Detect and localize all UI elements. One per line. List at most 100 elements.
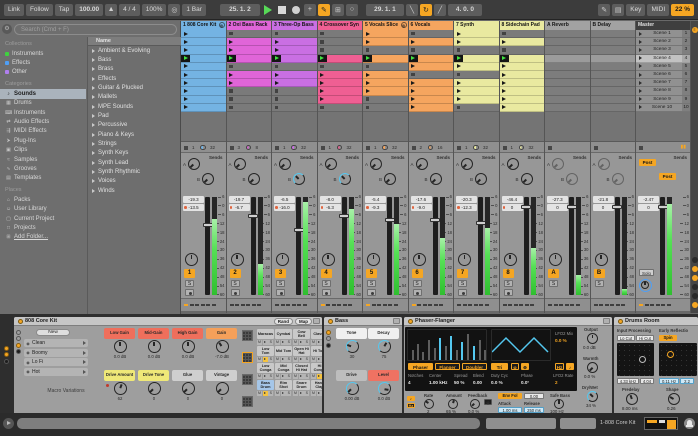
volume-field[interactable]: 0: [638, 204, 659, 211]
empty-slot[interactable]: [545, 46, 590, 55]
clip-slot[interactable]: [272, 87, 317, 96]
quantize-menu-icon[interactable]: ◎: [168, 3, 181, 16]
macro-knob[interactable]: [147, 340, 161, 353]
sidebar-item-other[interactable]: Other: [0, 68, 86, 77]
empty-slot[interactable]: [590, 79, 635, 88]
solo-button[interactable]: S: [412, 280, 422, 287]
scene-row[interactable]: Scene 7 7: [636, 79, 690, 88]
clip-slot[interactable]: [408, 46, 453, 55]
track-activator-button[interactable]: 1: [184, 269, 195, 278]
capture-midi-button[interactable]: ⊞: [331, 3, 344, 16]
clip-slot[interactable]: [272, 46, 317, 55]
drum-pad-cow-bell[interactable]: Cow Bell M S: [293, 329, 310, 345]
pad-play-button[interactable]: [262, 391, 268, 396]
browser-settings-icon[interactable]: ⚙: [2, 24, 12, 34]
volume-field[interactable]: -9.0: [410, 204, 432, 211]
send-b-knob[interactable]: [338, 173, 351, 185]
crossfade-row[interactable]: [590, 298, 635, 311]
pad-mute-button[interactable]: M: [275, 357, 280, 362]
pad-play-button[interactable]: [262, 374, 268, 379]
tempo-field[interactable]: 100.00: [75, 3, 104, 16]
crossfade-row[interactable]: [363, 298, 408, 311]
mode-tab-flanger[interactable]: Flanger: [435, 363, 460, 370]
pan-knob[interactable]: [503, 253, 517, 266]
draw-mode-icon[interactable]: ✎: [598, 3, 611, 16]
volume-field[interactable]: -13.5: [183, 204, 204, 211]
macro-knob[interactable]: [345, 382, 359, 395]
empty-slot[interactable]: [590, 87, 635, 96]
crossfader-a-icon[interactable]: ▮▮: [680, 144, 686, 150]
clip-slot[interactable]: [181, 62, 226, 71]
browser-list-item[interactable]: MPE Sounds: [88, 102, 181, 111]
phase-value[interactable]: 0.0°: [521, 380, 529, 385]
volume-fader[interactable]: [202, 197, 213, 295]
solo-button[interactable]: S: [549, 280, 558, 287]
clip-slot[interactable]: [317, 46, 362, 55]
clip-slot[interactable]: [408, 70, 453, 80]
drum-pad-bass-drum[interactable]: Bass Drum M S: [257, 380, 274, 396]
pad-play-button[interactable]: [262, 340, 268, 345]
track-header[interactable]: 5 Vocals Slice ◎: [363, 21, 408, 30]
macro-variation-row[interactable]: ◉ Lo Fi: [24, 358, 88, 366]
clip-slot[interactable]: [272, 54, 317, 63]
pan-knob[interactable]: [412, 253, 426, 266]
clip-stop-all-icon[interactable]: [411, 145, 416, 150]
empty-slot[interactable]: [590, 46, 635, 55]
send-a-post-button[interactable]: Post: [639, 159, 656, 166]
crossfade-row[interactable]: [181, 298, 226, 311]
send-a-knob[interactable]: [370, 158, 382, 170]
dry-wet-knob[interactable]: [587, 391, 598, 402]
clip-slot[interactable]: [454, 30, 499, 39]
pad-solo-button[interactable]: S: [268, 374, 274, 379]
clip-slot[interactable]: [181, 38, 226, 47]
crossfade-row[interactable]: [272, 298, 317, 311]
arm-button[interactable]: [185, 289, 194, 296]
launch-variation-icon[interactable]: [83, 360, 86, 364]
input-q-field[interactable]: 4.04: [640, 378, 654, 384]
clip-slot[interactable]: [499, 103, 544, 112]
clip-stop-all-icon[interactable]: [320, 145, 325, 150]
browser-list-item[interactable]: Winds: [88, 186, 181, 195]
search-input[interactable]: Search (Cmd + F): [14, 24, 177, 35]
volume-field[interactable]: 0: [547, 204, 568, 211]
rack-view-toggles[interactable]: [14, 328, 22, 356]
crossfade-row[interactable]: [499, 298, 544, 311]
track-header[interactable]: 6 Vocals: [408, 21, 453, 30]
crossfade-row[interactable]: [636, 298, 690, 311]
pan-knob[interactable]: [276, 253, 289, 266]
punch-out-icon[interactable]: ╱: [433, 3, 446, 16]
device-title-bar[interactable]: 808 Core Kit Rand Map: [14, 317, 322, 326]
session-record-button[interactable]: ○: [345, 3, 358, 16]
clip-slot[interactable]: [181, 103, 226, 112]
notches-value[interactable]: 4: [408, 380, 411, 385]
scene-row[interactable]: Scene 2 2: [636, 38, 690, 47]
pad-solo-button[interactable]: S: [268, 391, 274, 396]
sidebar-item-plug-ins[interactable]: ⮞ Plug-Ins: [0, 136, 86, 145]
pad-solo-button[interactable]: S: [268, 340, 274, 345]
empty-slot[interactable]: [545, 103, 590, 112]
track-activator-button[interactable]: 4: [320, 269, 332, 278]
scene-row[interactable]: Scene 8 8: [636, 87, 690, 96]
send-a-knob[interactable]: [597, 158, 610, 170]
device-on-icon[interactable]: [18, 318, 23, 324]
clip-slot[interactable]: [317, 30, 362, 39]
clip-slot[interactable]: [272, 62, 317, 71]
sidebar-item-clips[interactable]: ▣ Clips: [0, 146, 86, 155]
volume-fader[interactable]: [657, 197, 668, 295]
clip-slot[interactable]: [363, 103, 408, 112]
pad-mute-button[interactable]: M: [275, 374, 280, 379]
pad-solo-button[interactable]: S: [268, 357, 274, 362]
early-reflections-xy-display[interactable]: [659, 343, 697, 376]
volume-fader[interactable]: [475, 197, 486, 295]
solo-button[interactable]: Solo: [639, 269, 654, 276]
macro-knob[interactable]: [345, 340, 359, 353]
pan-knob[interactable]: [230, 253, 244, 266]
warmth-knob[interactable]: [587, 362, 598, 373]
volume-fader[interactable]: [612, 197, 622, 295]
drum-pad-rim-shot[interactable]: Rim Shot M S: [275, 380, 292, 396]
clip-slot[interactable]: [226, 38, 271, 47]
automation-arm-button[interactable]: ✎: [317, 3, 330, 16]
notification-bell-icon[interactable]: [684, 418, 695, 429]
mode-tab-phaser[interactable]: Phaser: [408, 363, 433, 370]
clip-stop-all-icon[interactable]: [502, 145, 507, 150]
